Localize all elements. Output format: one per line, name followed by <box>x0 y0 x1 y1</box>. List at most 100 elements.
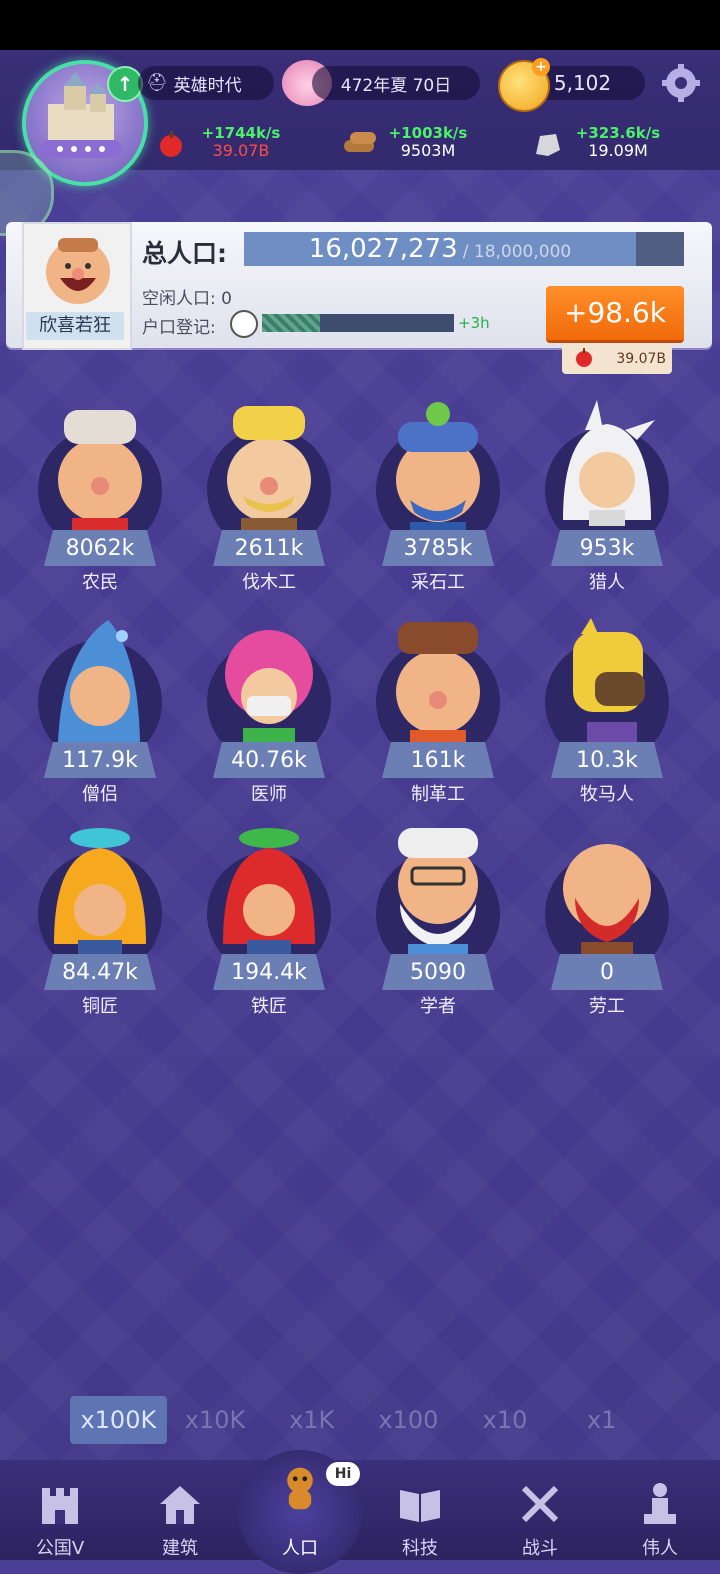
population-bar: 16,027,273 / 18,000,000 <box>244 232 684 266</box>
nav-label: 战斗 <box>522 1538 558 1559</box>
quarryman-icon <box>396 402 480 542</box>
stone-icon <box>536 134 560 156</box>
farmer-icon <box>58 410 142 540</box>
food-amount: 39.07B <box>212 141 270 160</box>
scholar-icon <box>398 828 478 964</box>
citizen-card-laborer[interactable]: 0 劳工 <box>523 824 691 1024</box>
nav-buildings[interactable]: 建筑 <box>120 1460 240 1560</box>
monk-icon <box>58 620 140 742</box>
era-pill[interactable]: ⛑ 英雄时代 <box>138 66 274 100</box>
gear-icon[interactable] <box>662 64 700 102</box>
wood-resource: +1003k/s 9503M <box>382 124 474 160</box>
hunter-icon <box>563 400 655 526</box>
bottom-nav: 公国V 建筑 人口 科技 战斗 伟人 <box>0 1450 720 1574</box>
lumberjack-icon <box>227 406 311 540</box>
book-icon <box>400 1490 440 1522</box>
citizen-name: 农民 <box>82 572 118 593</box>
citizen-count: 2611k <box>213 530 325 566</box>
doctor-icon <box>225 630 313 752</box>
registration-progress-fill <box>262 314 320 332</box>
citizen-count: 3785k <box>382 530 494 566</box>
citizen-name: 僧侣 <box>82 784 118 805</box>
helmet-icon: ⛑ <box>146 73 168 93</box>
citizen-card-scholar[interactable]: 5090 学者 <box>354 824 522 1024</box>
swords-icon <box>521 1485 559 1523</box>
idle-population: 空闲人口: 0 <box>142 289 232 309</box>
person-icon <box>287 1467 313 1510</box>
status-bar <box>0 0 720 50</box>
stone-rate: +323.6k/s <box>575 124 661 142</box>
citizen-card-blacksmith[interactable]: 194.4k 铁匠 <box>185 824 353 1024</box>
hi-speech-bubble: Hi <box>326 1462 360 1486</box>
multiplier-x1k[interactable]: x1K <box>263 1396 360 1444</box>
food-rate: +1744k/s <box>201 124 281 142</box>
multiplier-x1[interactable]: x1 <box>553 1396 650 1444</box>
citizen-card-coppersmith[interactable]: 84.47k 铜匠 <box>16 824 184 1024</box>
citizen-card-tanner[interactable]: 161k 制革工 <box>354 612 522 812</box>
mood-label: 欣喜若狂 <box>26 312 124 340</box>
citizen-name: 牧马人 <box>580 784 634 805</box>
nav-battle[interactable]: 战斗 <box>480 1460 600 1560</box>
nav-label: 建筑 <box>162 1538 198 1559</box>
citizen-card-horse-herder[interactable]: 10.3k 牧马人 <box>523 612 691 812</box>
multiplier-x10[interactable]: x10 <box>457 1396 554 1444</box>
citizen-count: 84.47k <box>44 954 156 990</box>
tanner-icon <box>396 622 480 752</box>
citizen-card-monk[interactable]: 117.9k 僧侣 <box>16 612 184 812</box>
citizen-card-hunter[interactable]: 953k 猎人 <box>523 400 691 600</box>
nav-label: 科技 <box>402 1538 438 1559</box>
citizen-card-farmer[interactable]: 8062k 农民 <box>16 400 184 600</box>
gold-value: 5,102 <box>553 71 612 95</box>
citizen-count: 194.4k <box>213 954 325 990</box>
citizen-name: 采石工 <box>411 572 465 593</box>
multiplier-x100k[interactable]: x100K <box>70 1396 167 1444</box>
food-resource: +1744k/s 39.07B <box>196 124 286 160</box>
nav-principality[interactable]: 公国V <box>0 1460 120 1560</box>
clock-icon <box>230 310 258 338</box>
apple-icon <box>576 348 592 367</box>
registration-bonus: +3h <box>458 314 490 332</box>
era-label: 英雄时代 <box>173 75 242 96</box>
multiplier-selector: x100K x10K x1K x100 x10 x1 <box>70 1396 650 1444</box>
population-boost-button[interactable]: +98.6k <box>546 286 684 343</box>
laborer-icon <box>563 844 651 964</box>
add-gold-button[interactable]: + <box>532 58 550 76</box>
citizen-name: 伐木工 <box>242 572 296 593</box>
date-pill: 472年夏 70日 <box>312 66 480 100</box>
stone-resource: +323.6k/s 19.09M <box>570 124 666 160</box>
date-label: 472年夏 70日 <box>340 75 452 96</box>
castle-icon <box>42 1488 78 1524</box>
citizen-count: 161k <box>382 742 494 778</box>
population-max: / 18,000,000 <box>462 242 572 262</box>
citizen-card-quarryman[interactable]: 3785k 采石工 <box>354 400 522 600</box>
apple-icon <box>160 131 182 157</box>
citizen-name: 猎人 <box>589 572 625 593</box>
coppersmith-icon <box>54 828 146 964</box>
wood-rate: +1003k/s <box>388 124 468 142</box>
citizen-name: 医师 <box>251 784 287 805</box>
wood-amount: 9503M <box>400 141 456 160</box>
nav-label: 伟人 <box>642 1538 678 1559</box>
multiplier-x100[interactable]: x100 <box>360 1396 457 1444</box>
registration-label: 户口登记: <box>142 318 216 338</box>
citizen-count: 0 <box>551 954 663 990</box>
citizen-count: 40.76k <box>213 742 325 778</box>
population-current: 16,027,273 <box>308 234 458 264</box>
stone-amount: 19.09M <box>588 141 648 160</box>
citizen-count: 5090 <box>382 954 494 990</box>
horse-herder-icon <box>573 618 645 750</box>
nav-label: 人口 <box>282 1538 318 1559</box>
citizen-card-lumberjack[interactable]: 2611k 伐木工 <box>185 400 353 600</box>
citizen-name: 学者 <box>420 996 456 1017</box>
citizen-name: 铁匠 <box>251 996 287 1017</box>
citizen-count: 117.9k <box>44 742 156 778</box>
registration-progress <box>262 314 454 332</box>
citizen-count: 953k <box>551 530 663 566</box>
multiplier-x10k[interactable]: x10K <box>167 1396 264 1444</box>
blacksmith-icon <box>223 828 315 964</box>
nav-great-people[interactable]: 伟人 <box>600 1460 720 1560</box>
citizen-card-doctor[interactable]: 40.76k 医师 <box>185 612 353 812</box>
citizen-count: 10.3k <box>551 742 663 778</box>
wood-logs-icon <box>344 132 376 152</box>
nav-technology[interactable]: 科技 <box>360 1460 480 1560</box>
